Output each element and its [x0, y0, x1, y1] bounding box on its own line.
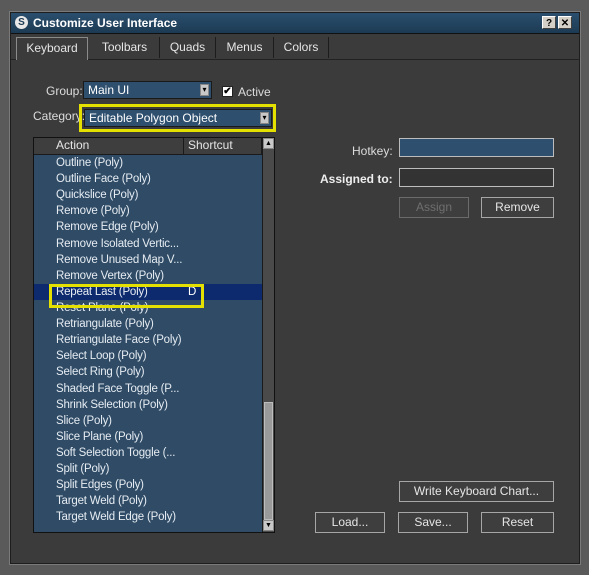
action-list[interactable]: Action Shortcut Outline (Poly) Outline F… [33, 137, 275, 533]
list-item[interactable]: Shrink Selection (Poly) [34, 397, 262, 413]
list-item[interactable]: Quickslice (Poly) [34, 187, 262, 203]
load-button[interactable]: Load... [315, 512, 385, 533]
scroll-down-icon[interactable]: ▼ [263, 520, 274, 531]
hotkey-input[interactable] [399, 138, 554, 157]
list-rows: Outline (Poly) Outline Face (Poly) Quick… [34, 155, 262, 526]
list-item[interactable]: Select Loop (Poly) [34, 348, 262, 364]
column-action[interactable]: Action [34, 138, 184, 154]
list-item[interactable]: Remove Isolated Vertic... [34, 236, 262, 252]
list-item[interactable]: Split Edges (Poly) [34, 477, 262, 493]
reset-button[interactable]: Reset [481, 512, 554, 533]
group-label: Group: [46, 84, 83, 98]
help-button[interactable]: ? [542, 16, 556, 29]
group-value: Main UI [88, 83, 130, 97]
tab-toolbars[interactable]: Toolbars [90, 37, 160, 58]
remove-button[interactable]: Remove [481, 197, 554, 218]
group-dropdown[interactable]: Main UI ▾ [83, 81, 212, 99]
assigned-to-label: Assigned to: [320, 172, 393, 186]
active-checkbox[interactable]: ✔ [222, 86, 233, 97]
tab-menus[interactable]: Menus [216, 37, 274, 58]
customize-ui-dialog: S Customize User Interface ? ✕ Keyboard … [10, 12, 580, 564]
app-logo-icon: S [15, 16, 28, 29]
list-item[interactable]: Select Ring (Poly) [34, 364, 262, 380]
category-label: Category: [33, 109, 86, 123]
list-item[interactable]: Retriangulate (Poly) [34, 316, 262, 332]
list-item[interactable]: Shaded Face Toggle (P... [34, 381, 262, 397]
list-item[interactable]: Remove Vertex (Poly) [34, 268, 262, 284]
list-item[interactable]: Target Weld Edge (Poly) [34, 509, 262, 525]
list-item[interactable]: Remove Edge (Poly) [34, 219, 262, 235]
list-item[interactable]: Soft Selection Toggle (... [34, 445, 262, 461]
list-item[interactable]: Remove Unused Map V... [34, 252, 262, 268]
list-item[interactable]: Slice Plane (Poly) [34, 429, 262, 445]
list-header: Action Shortcut [34, 138, 262, 155]
list-scrollbar[interactable]: ▲ ▼ [262, 138, 274, 532]
scroll-thumb[interactable] [264, 402, 273, 520]
selected-action-highlight-box [49, 284, 204, 308]
list-item[interactable]: Retriangulate Face (Poly) [34, 332, 262, 348]
list-item[interactable]: Split (Poly) [34, 461, 262, 477]
assign-button[interactable]: Assign [399, 197, 469, 218]
save-button[interactable]: Save... [398, 512, 468, 533]
title-bar[interactable]: S Customize User Interface ? ✕ [11, 13, 579, 34]
scroll-up-icon[interactable]: ▲ [263, 138, 274, 149]
list-item[interactable]: Outline (Poly) [34, 155, 262, 171]
category-highlight-box [79, 104, 276, 132]
column-shortcut[interactable]: Shortcut [184, 138, 262, 154]
list-item[interactable]: Outline Face (Poly) [34, 171, 262, 187]
tab-strip: Keyboard Toolbars Quads Menus Colors [11, 37, 579, 60]
window-title: Customize User Interface [33, 16, 178, 30]
tab-colors[interactable]: Colors [274, 37, 329, 58]
active-label: Active [238, 85, 271, 99]
list-item[interactable]: Remove (Poly) [34, 203, 262, 219]
write-keyboard-chart-button[interactable]: Write Keyboard Chart... [399, 481, 554, 502]
close-button[interactable]: ✕ [558, 16, 572, 29]
dropdown-arrow-icon: ▾ [200, 84, 209, 96]
list-item[interactable]: Target Weld (Poly) [34, 493, 262, 509]
tab-keyboard[interactable]: Keyboard [16, 37, 88, 60]
tab-quads[interactable]: Quads [160, 37, 216, 58]
hotkey-label: Hotkey: [352, 144, 393, 158]
list-item[interactable]: Slice (Poly) [34, 413, 262, 429]
assigned-to-field [399, 168, 554, 187]
